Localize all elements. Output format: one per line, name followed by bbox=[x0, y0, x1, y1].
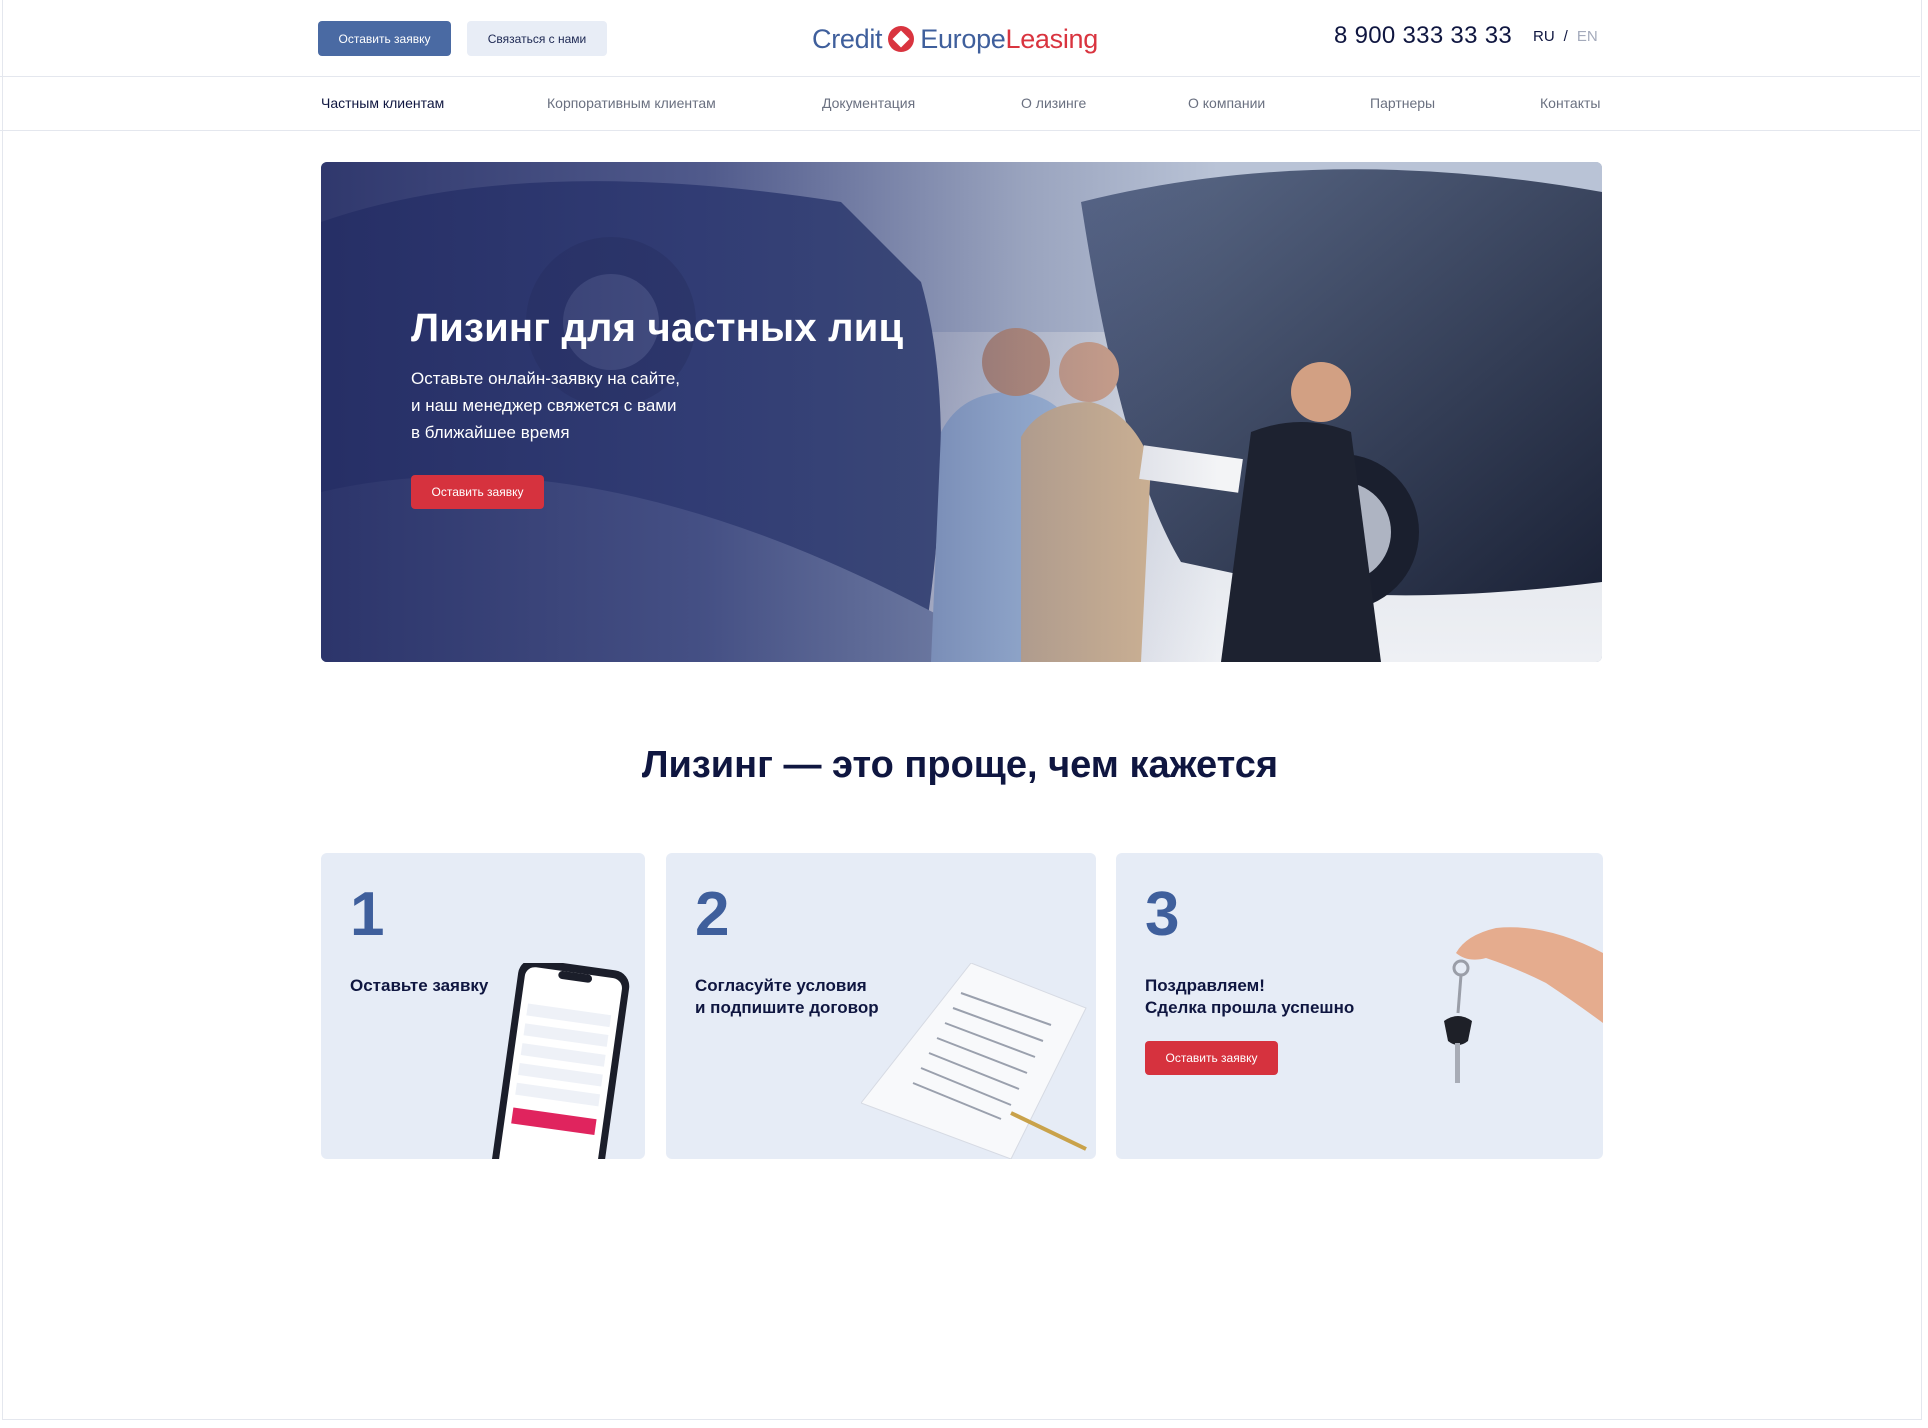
main-nav: Частным клиентам Корпоративным клиентам … bbox=[0, 76, 1920, 131]
lang-en[interactable]: EN bbox=[1577, 28, 1598, 45]
site-header: Оставить заявку Связаться с нами Credit … bbox=[0, 0, 1920, 76]
logo-diamond-icon bbox=[888, 26, 915, 52]
step-text: Оставьте заявку bbox=[350, 975, 488, 997]
step-text-line: Оставьте заявку bbox=[350, 976, 489, 995]
hero-text-line: и наш менеджер свяжется с вами bbox=[411, 396, 677, 415]
hero-text-line: в ближайшее время bbox=[411, 423, 570, 442]
logo-word-credit: Credit bbox=[812, 23, 883, 54]
lang-ru[interactable]: RU bbox=[1533, 28, 1555, 45]
hero-title: Лизинг для частных лиц bbox=[411, 306, 904, 350]
step-text-line: и подпишите договор bbox=[695, 998, 879, 1017]
hero-text-line: Оставьте онлайн-заявку на сайте, bbox=[411, 369, 680, 388]
nav-private-clients[interactable]: Частным клиентам bbox=[321, 95, 444, 111]
smartphone-icon bbox=[491, 963, 630, 1159]
hero-description: Оставьте онлайн-заявку на сайте, и наш м… bbox=[411, 365, 741, 446]
apply-button[interactable]: Оставить заявку bbox=[318, 21, 451, 56]
logo-word-europe: Europe bbox=[920, 23, 1006, 54]
lang-separator: / bbox=[1563, 28, 1568, 45]
car-key-icon bbox=[1444, 927, 1603, 1083]
step-text: Поздравляем! Сделка прошла успешно bbox=[1145, 975, 1354, 1019]
step-card-3: 3 Поздравляем! Сделка прошла успешно Ост… bbox=[1116, 853, 1603, 1159]
nav-about-leasing[interactable]: О лизинге bbox=[1021, 95, 1086, 111]
logo-word-leasing: Leasing bbox=[1005, 23, 1099, 54]
nav-corporate-clients[interactable]: Корпоративным клиентам bbox=[547, 95, 716, 111]
nav-partners[interactable]: Партнеры bbox=[1370, 95, 1435, 111]
company-logo[interactable]: Credit Europe Leasing bbox=[812, 20, 1098, 58]
nav-about-company[interactable]: О компании bbox=[1188, 95, 1265, 111]
step-text-line: Поздравляем! bbox=[1145, 976, 1265, 995]
step-number: 2 bbox=[695, 880, 730, 949]
step-apply-button[interactable]: Оставить заявку bbox=[1145, 1041, 1278, 1075]
nav-documentation[interactable]: Документация bbox=[822, 95, 915, 111]
hero-banner: Лизинг для частных лиц Оставьте онлайн-з… bbox=[321, 162, 1602, 662]
step-card-1: 1 Оставьте заявку bbox=[321, 853, 645, 1159]
step-text-line: Сделка прошла успешно bbox=[1145, 998, 1355, 1017]
step-text-line: Согласуйте условия bbox=[695, 976, 867, 995]
step-number: 3 bbox=[1145, 880, 1180, 949]
step-number: 1 bbox=[350, 880, 385, 949]
language-switcher: RU / EN bbox=[1533, 28, 1598, 45]
nav-contacts[interactable]: Контакты bbox=[1540, 95, 1600, 111]
contract-document-icon bbox=[861, 963, 1087, 1159]
hero-apply-button[interactable]: Оставить заявку bbox=[411, 475, 544, 509]
step-card-2: 2 Согласуйте условия и подпишите договор bbox=[666, 853, 1096, 1159]
steps-section-title: Лизинг — это проще, чем кажется bbox=[641, 744, 1279, 786]
phone-number[interactable]: 8 900 333 33 33 bbox=[1334, 22, 1512, 50]
contact-button[interactable]: Связаться с нами bbox=[467, 21, 607, 56]
step-text: Согласуйте условия и подпишите договор bbox=[695, 975, 879, 1019]
